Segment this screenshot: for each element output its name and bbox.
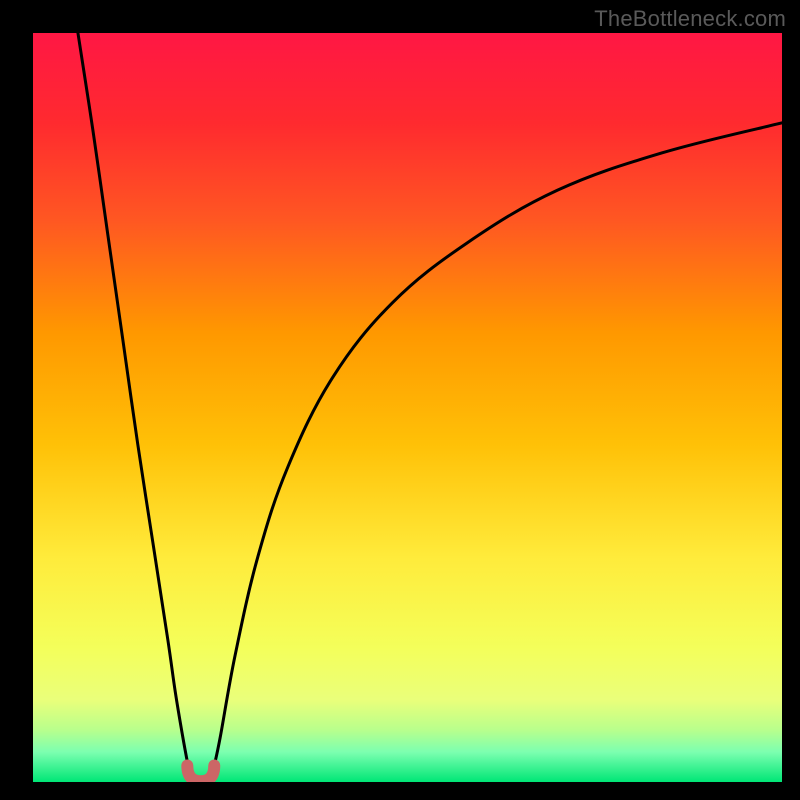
plot-area [33,33,782,782]
watermark-text: TheBottleneck.com [594,6,786,32]
chart-canvas [33,33,782,782]
gradient-background [33,33,782,782]
chart-frame: TheBottleneck.com [0,0,800,800]
